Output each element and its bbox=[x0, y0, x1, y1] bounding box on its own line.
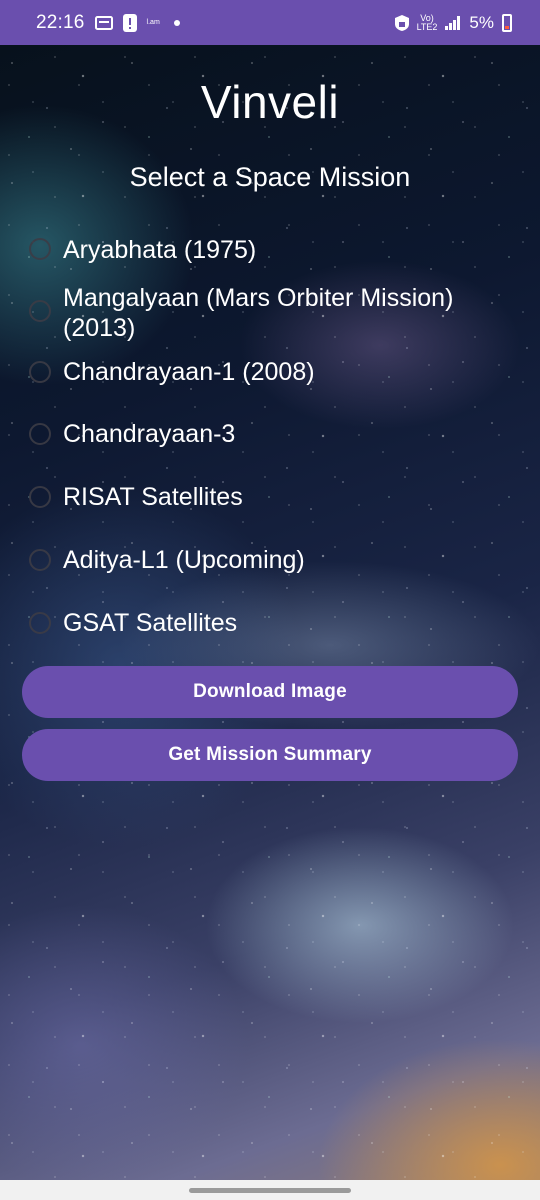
mission-label: GSAT Satellites bbox=[63, 609, 238, 637]
mission-label: Chandrayaan-3 bbox=[63, 420, 236, 448]
radio-button[interactable] bbox=[29, 549, 51, 571]
mission-label: Chandrayaan-1 (2008) bbox=[63, 358, 315, 386]
signal-icon bbox=[445, 15, 461, 30]
download-image-button[interactable]: Download Image bbox=[22, 666, 518, 718]
radio-button[interactable] bbox=[29, 423, 51, 445]
mission-label: Mangalyaan (Mars Orbiter Mission) (2013) bbox=[63, 284, 454, 342]
status-bar: 22:16 l.am Vo) LTE2 5% bbox=[0, 0, 540, 45]
mission-label: Aryabhata (1975) bbox=[63, 236, 257, 264]
mission-label: RISAT Satellites bbox=[63, 483, 243, 511]
navigation-bar bbox=[0, 1180, 540, 1200]
app-title: Vinveli bbox=[200, 76, 340, 128]
battery-percent: 5% bbox=[469, 12, 494, 32]
home-gesture-handle[interactable] bbox=[189, 1188, 351, 1193]
status-time: 22:16 bbox=[36, 11, 85, 33]
mission-option[interactable]: GSAT Satellites bbox=[26, 608, 526, 652]
page-subtitle: Select a Space Mission bbox=[129, 162, 411, 192]
mission-radio-group: Aryabhata (1975) Mangalyaan (Mars Orbite… bbox=[26, 228, 526, 652]
mission-option[interactable]: RISAT Satellites bbox=[26, 482, 526, 545]
notification-dot-icon bbox=[173, 19, 180, 26]
radio-button[interactable] bbox=[29, 361, 51, 383]
radio-button[interactable] bbox=[29, 300, 51, 322]
mission-option[interactable]: Aditya-L1 (Upcoming) bbox=[26, 545, 526, 608]
radio-button[interactable] bbox=[29, 238, 51, 260]
mission-option[interactable]: Mangalyaan (Mars Orbiter Mission) (2013) bbox=[26, 283, 526, 357]
network-type: Vo) LTE2 bbox=[416, 13, 438, 32]
mission-option[interactable]: Chandrayaan-1 (2008) bbox=[26, 357, 526, 419]
mission-option[interactable]: Chandrayaan-3 bbox=[26, 419, 526, 482]
status-tiny-label: l.am bbox=[146, 19, 160, 26]
battery-icon bbox=[502, 13, 512, 32]
vpn-lock-icon bbox=[394, 14, 409, 31]
get-mission-summary-button[interactable]: Get Mission Summary bbox=[22, 729, 518, 781]
mission-label: Aditya-L1 (Upcoming) bbox=[63, 546, 305, 574]
alert-shield-icon bbox=[122, 13, 137, 32]
radio-button[interactable] bbox=[29, 486, 51, 508]
message-icon bbox=[94, 15, 113, 31]
radio-button[interactable] bbox=[29, 612, 51, 634]
network-type-bottom: LTE2 bbox=[416, 21, 438, 32]
mission-option[interactable]: Aryabhata (1975) bbox=[26, 228, 526, 272]
